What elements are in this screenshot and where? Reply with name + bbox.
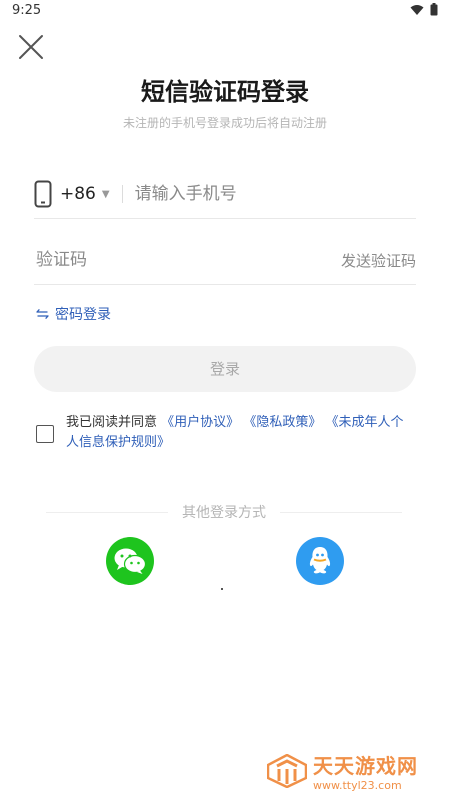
user-agreement-link[interactable]: 《用户协议》 bbox=[161, 415, 239, 430]
page-title: 短信验证码登录 bbox=[141, 78, 309, 106]
phone-row: +86 ▼ bbox=[34, 170, 416, 219]
qq-icon bbox=[309, 547, 331, 574]
watermark-url: www.ttyl23.com bbox=[313, 779, 402, 792]
qq-login-button[interactable] bbox=[296, 537, 344, 585]
wechat-icon bbox=[114, 548, 147, 574]
password-login-label: 密码登录 bbox=[55, 307, 111, 323]
wechat-login-button[interactable] bbox=[106, 537, 154, 585]
login-button[interactable]: 登录 bbox=[34, 346, 416, 392]
agreement-text: 我已阅读并同意 《用户协议》 《隐私政策》 《未成年人个人信息保护规则》 bbox=[66, 413, 416, 453]
divider-left bbox=[46, 511, 168, 513]
swap-icon bbox=[36, 309, 49, 319]
other-login-title: 其他登录方式 bbox=[46, 502, 402, 522]
close-button[interactable] bbox=[16, 32, 46, 62]
status-bar: 9:25 bbox=[0, 0, 450, 22]
send-code-button[interactable]: 发送验证码 bbox=[341, 250, 416, 271]
phone-icon bbox=[34, 180, 52, 208]
divider bbox=[121, 185, 123, 203]
wifi-icon bbox=[410, 4, 424, 15]
country-code[interactable]: +86 bbox=[60, 184, 96, 204]
other-login-label: 其他登录方式 bbox=[182, 505, 266, 521]
code-row: 发送验证码 bbox=[34, 236, 416, 285]
agreement-prefix: 我已阅读并同意 bbox=[66, 415, 158, 430]
page-subtitle: 未注册的手机号登录成功后将自动注册 bbox=[122, 116, 327, 130]
watermark: 天天游戏网 www.ttyl23.com bbox=[267, 750, 418, 792]
battery-icon bbox=[430, 3, 438, 16]
verification-code-input[interactable] bbox=[34, 249, 341, 271]
status-time: 9:25 bbox=[12, 3, 42, 18]
privacy-policy-link[interactable]: 《隐私政策》 bbox=[243, 415, 321, 430]
status-icons bbox=[410, 3, 438, 16]
password-login-link[interactable]: 密码登录 bbox=[36, 304, 111, 324]
watermark-logo-icon bbox=[267, 754, 307, 788]
agreement: 我已阅读并同意 《用户协议》 《隐私政策》 《未成年人个人信息保护规则》 bbox=[36, 413, 416, 453]
decorative-dot bbox=[221, 588, 223, 590]
agreement-checkbox[interactable] bbox=[36, 425, 54, 443]
country-code-dropdown-icon[interactable]: ▼ bbox=[102, 189, 110, 200]
phone-input[interactable] bbox=[132, 183, 416, 205]
watermark-text: 天天游戏网 www.ttyl23.com bbox=[313, 750, 418, 792]
watermark-title: 天天游戏网 bbox=[313, 754, 418, 778]
divider-right bbox=[280, 511, 402, 513]
close-icon bbox=[19, 35, 43, 59]
